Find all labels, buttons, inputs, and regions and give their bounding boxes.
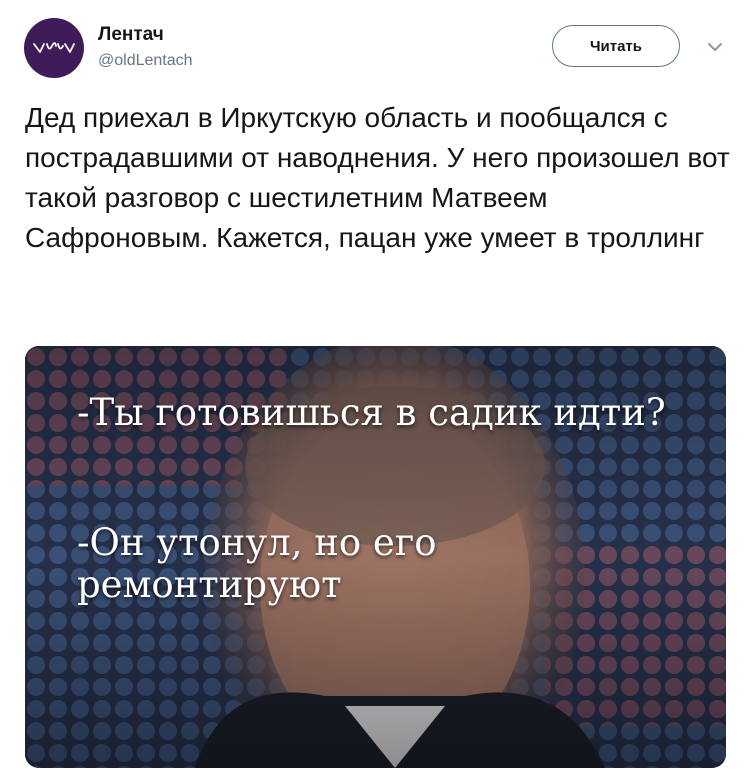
account-name[interactable]: Лентач	[98, 24, 164, 46]
follow-button[interactable]: Читать	[552, 25, 680, 67]
lentach-logo-icon	[33, 42, 75, 53]
tweet-header: Лентач @oldLentach Читать	[0, 0, 750, 90]
media-caption-question: -Ты готовишься в садик идти?	[77, 391, 666, 434]
avatar[interactable]	[24, 18, 84, 78]
account-handle[interactable]: @oldLentach	[98, 52, 193, 70]
chevron-down-icon[interactable]	[704, 36, 726, 58]
media-caption-answer: -Он утонул, но его ремонтируют	[77, 521, 437, 606]
tweet-text: Дед приехал в Иркутскую область и пообща…	[25, 102, 730, 253]
